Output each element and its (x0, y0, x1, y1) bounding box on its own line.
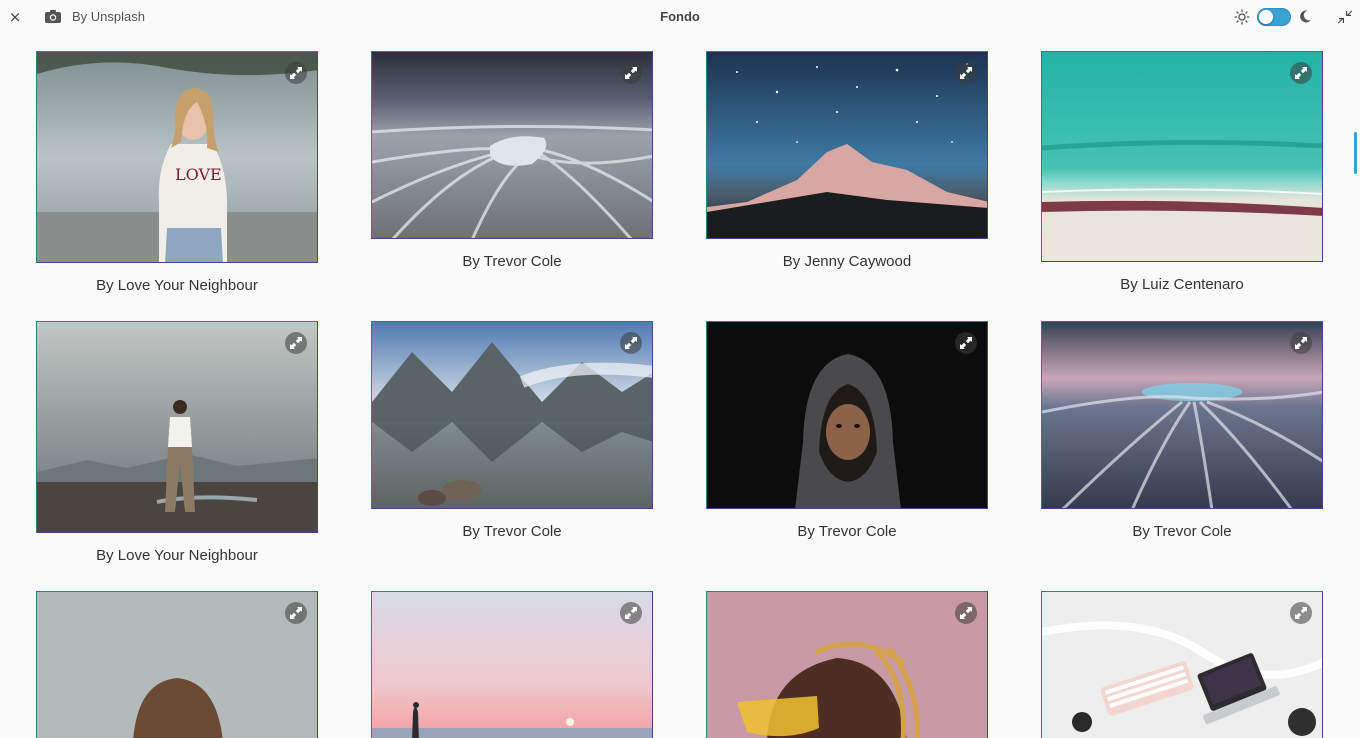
expand-button[interactable] (285, 62, 307, 84)
expand-icon (1295, 337, 1307, 349)
photo-thumbnail[interactable] (706, 591, 988, 738)
photo-thumbnail[interactable]: LOVE (36, 51, 318, 263)
expand-icon (1295, 67, 1307, 79)
photo-caption: By Trevor Cole (797, 523, 897, 540)
expand-icon (290, 67, 302, 79)
expand-icon (290, 337, 302, 349)
photo-image (372, 592, 652, 738)
photo-thumbnail[interactable] (1041, 321, 1323, 509)
photo-image (1042, 592, 1322, 738)
expand-icon (290, 607, 302, 619)
expand-button[interactable] (955, 602, 977, 624)
photo-image: LOVE (37, 52, 317, 262)
photo-thumbnail[interactable] (706, 321, 988, 509)
photo-caption: By Love Your Neighbour (96, 277, 258, 294)
photo-thumbnail[interactable] (1041, 51, 1323, 262)
expand-button[interactable] (620, 332, 642, 354)
photo-caption: By Trevor Cole (462, 253, 562, 270)
photo-image (372, 52, 652, 238)
photo-thumbnail[interactable] (1041, 591, 1323, 738)
expand-button[interactable] (620, 62, 642, 84)
photo-caption: By Trevor Cole (462, 523, 562, 540)
photo-thumbnail[interactable] (371, 591, 653, 738)
photo-thumbnail[interactable] (36, 591, 318, 738)
photo-caption: By Trevor Cole (1132, 523, 1232, 540)
photo-image (37, 592, 317, 738)
photo-thumbnail[interactable] (371, 51, 653, 239)
expand-icon (625, 67, 637, 79)
expand-icon (1295, 607, 1307, 619)
expand-button[interactable] (285, 602, 307, 624)
photo-image (37, 322, 317, 532)
photo-image (1042, 52, 1322, 261)
photo-thumbnail[interactable] (706, 51, 988, 239)
expand-button[interactable] (955, 332, 977, 354)
expand-icon (960, 67, 972, 79)
expand-button[interactable] (620, 602, 642, 624)
photo-grid: LOVE By Love Your Neighbour By Trevor Co… (0, 0, 1360, 738)
expand-icon (625, 337, 637, 349)
expand-button[interactable] (1290, 602, 1312, 624)
expand-icon (960, 337, 972, 349)
photo-image (1042, 322, 1322, 508)
photo-image (707, 52, 987, 238)
photo-image (372, 322, 652, 508)
photo-caption: By Luiz Centenaro (1120, 276, 1244, 293)
expand-button[interactable] (1290, 62, 1312, 84)
expand-icon (960, 607, 972, 619)
photo-caption: By Love Your Neighbour (96, 547, 258, 564)
svg-text:LOVE: LOVE (175, 165, 222, 184)
photo-thumbnail[interactable] (371, 321, 653, 509)
expand-button[interactable] (1290, 332, 1312, 354)
expand-button[interactable] (955, 62, 977, 84)
expand-button[interactable] (285, 332, 307, 354)
expand-icon (625, 607, 637, 619)
photo-caption: By Jenny Caywood (782, 253, 912, 270)
photo-image (707, 592, 987, 738)
photo-image (707, 322, 987, 508)
photo-thumbnail[interactable] (36, 321, 318, 533)
